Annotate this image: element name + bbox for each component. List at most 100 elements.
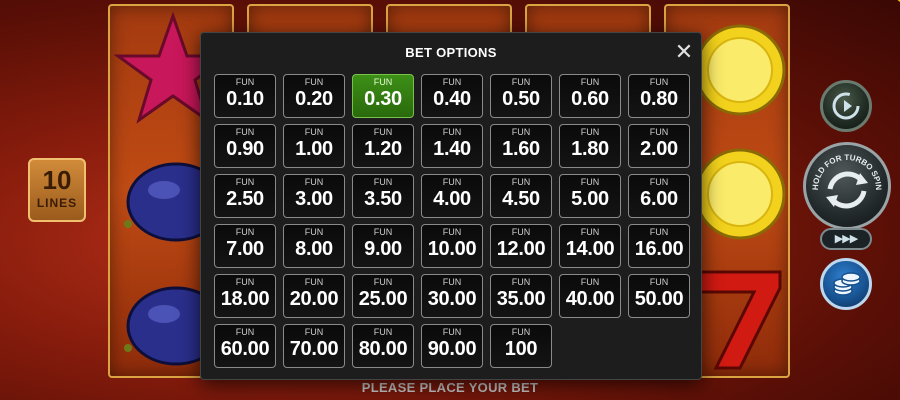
bet-value: 35.00: [496, 288, 546, 310]
bet-option-button[interactable]: FUN 25.00: [352, 274, 414, 318]
bet-value: 90.00: [427, 338, 477, 360]
bet-option-button[interactable]: FUN 35.00: [490, 274, 552, 318]
bet-currency-label: FUN: [373, 227, 393, 237]
bet-currency-label: FUN: [649, 277, 669, 287]
bet-value: 3.50: [364, 188, 402, 210]
bet-option-button[interactable]: FUN 1.60: [490, 124, 552, 168]
close-icon[interactable]: ✕: [673, 41, 695, 63]
bet-currency-label: FUN: [511, 227, 531, 237]
bet-value: 0.20: [295, 88, 333, 110]
bet-currency-label: FUN: [235, 277, 255, 287]
bet-value: 0.60: [571, 88, 609, 110]
bet-value: 5.00: [571, 188, 609, 210]
autoplay-icon: [832, 92, 860, 120]
bet-currency-label: FUN: [580, 77, 600, 87]
bet-option-button[interactable]: FUN 70.00: [283, 324, 345, 368]
bet-currency-label: FUN: [373, 177, 393, 187]
bet-option-button[interactable]: FUN 20.00: [283, 274, 345, 318]
bet-currency-label: FUN: [580, 177, 600, 187]
bet-option-button[interactable]: FUN 6.00: [628, 174, 690, 218]
bet-currency-label: FUN: [649, 77, 669, 87]
bet-currency-label: FUN: [511, 277, 531, 287]
bet-option-button[interactable]: FUN 0.60: [559, 74, 621, 118]
bet-option-button[interactable]: FUN 2.00: [628, 124, 690, 168]
bet-option-button[interactable]: FUN 0.30: [352, 74, 414, 118]
bet-option-button[interactable]: FUN 50.00: [628, 274, 690, 318]
bet-value: 0.90: [226, 138, 264, 160]
bet-currency-label: FUN: [580, 127, 600, 137]
bet-option-button[interactable]: FUN 1.20: [352, 124, 414, 168]
bet-value: 80.00: [358, 338, 408, 360]
bet-value: 30.00: [427, 288, 477, 310]
spin-icon: HOLD FOR TURBO SPIN: [811, 153, 883, 209]
bet-option-button[interactable]: FUN 1.80: [559, 124, 621, 168]
bet-option-button[interactable]: FUN 3.00: [283, 174, 345, 218]
bet-option-button[interactable]: FUN 14.00: [559, 224, 621, 268]
bet-value: 1.00: [295, 138, 333, 160]
bet-option-button[interactable]: FUN 5.00: [559, 174, 621, 218]
bet-option-button[interactable]: FUN 0.80: [628, 74, 690, 118]
bet-option-button[interactable]: FUN 10.00: [421, 224, 483, 268]
bet-value: 2.50: [226, 188, 264, 210]
bet-currency-label: FUN: [235, 77, 255, 87]
bet-option-button[interactable]: FUN 90.00: [421, 324, 483, 368]
bet-option-button[interactable]: FUN 100: [490, 324, 552, 368]
spin-button[interactable]: HOLD FOR TURBO SPIN: [803, 142, 891, 230]
bet-value: 1.20: [364, 138, 402, 160]
bet-option-button[interactable]: FUN 0.50: [490, 74, 552, 118]
bet-option-button[interactable]: FUN 16.00: [628, 224, 690, 268]
bet-option-button[interactable]: FUN 80.00: [352, 324, 414, 368]
bet-currency-label: FUN: [442, 77, 462, 87]
bet-value: 0.10: [226, 88, 264, 110]
bet-value: 100: [504, 338, 538, 360]
bet-option-button[interactable]: FUN 3.50: [352, 174, 414, 218]
bet-currency-label: FUN: [580, 227, 600, 237]
bet-option-button[interactable]: FUN 30.00: [421, 274, 483, 318]
bet-options-button[interactable]: [820, 258, 872, 310]
bet-currency-label: FUN: [442, 277, 462, 287]
fast-forward-button[interactable]: ▶▶▶: [820, 228, 872, 250]
bet-currency-label: FUN: [304, 77, 324, 87]
bet-currency-label: FUN: [580, 277, 600, 287]
language-flag[interactable]: [790, 0, 900, 70]
bet-option-button[interactable]: FUN 4.00: [421, 174, 483, 218]
bet-currency-label: FUN: [442, 227, 462, 237]
bet-option-button[interactable]: FUN 0.10: [214, 74, 276, 118]
bet-value: 8.00: [295, 238, 333, 260]
bet-value: 20.00: [289, 288, 339, 310]
bet-option-button[interactable]: FUN 0.90: [214, 124, 276, 168]
bet-option-button[interactable]: FUN 1.00: [283, 124, 345, 168]
bet-currency-label: FUN: [511, 77, 531, 87]
lines-label: LINES: [36, 196, 78, 210]
bet-option-button[interactable]: FUN 7.00: [214, 224, 276, 268]
bet-value: 60.00: [220, 338, 270, 360]
bet-option-button[interactable]: FUN 40.00: [559, 274, 621, 318]
bet-currency-label: FUN: [649, 227, 669, 237]
bet-value: 0.40: [433, 88, 471, 110]
bet-option-button[interactable]: FUN 1.40: [421, 124, 483, 168]
bet-value: 12.00: [496, 238, 546, 260]
bet-value: 9.00: [364, 238, 402, 260]
bet-option-button[interactable]: FUN 2.50: [214, 174, 276, 218]
bet-currency-label: FUN: [442, 177, 462, 187]
bet-value: 1.80: [571, 138, 609, 160]
bet-value: 16.00: [634, 238, 684, 260]
bet-option-button[interactable]: FUN 0.40: [421, 74, 483, 118]
bet-value: 0.80: [640, 88, 678, 110]
bet-option-button[interactable]: FUN 4.50: [490, 174, 552, 218]
bet-option-button[interactable]: FUN 18.00: [214, 274, 276, 318]
bet-value: 0.50: [502, 88, 540, 110]
bet-currency-label: FUN: [304, 327, 324, 337]
coins-icon: [833, 272, 861, 296]
bet-value: 4.50: [502, 188, 540, 210]
bet-value: 4.00: [433, 188, 471, 210]
autoplay-button[interactable]: [820, 80, 872, 132]
bet-currency-label: FUN: [235, 327, 255, 337]
bet-option-button[interactable]: FUN 12.00: [490, 224, 552, 268]
bet-currency-label: FUN: [442, 127, 462, 137]
bet-option-button[interactable]: FUN 0.20: [283, 74, 345, 118]
bet-option-button[interactable]: FUN 8.00: [283, 224, 345, 268]
lines-badge: 10 LINES: [28, 158, 86, 222]
bet-option-button[interactable]: FUN 60.00: [214, 324, 276, 368]
bet-option-button[interactable]: FUN 9.00: [352, 224, 414, 268]
